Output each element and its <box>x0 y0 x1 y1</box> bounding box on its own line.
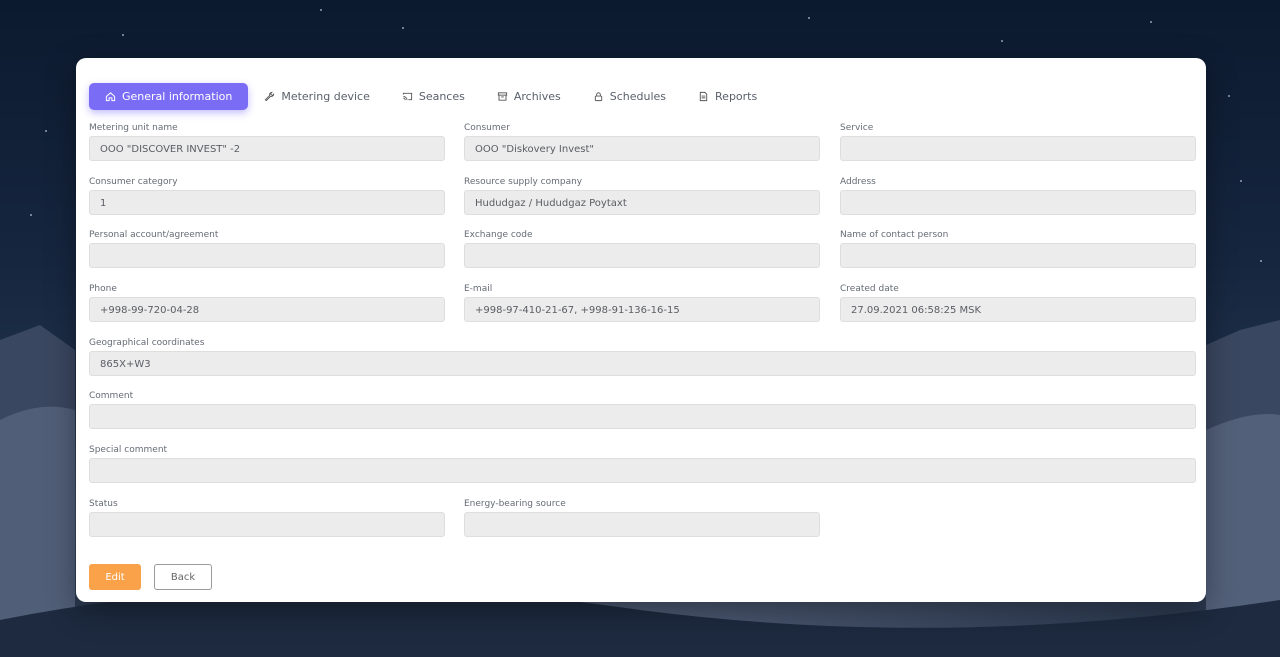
tab-general-information[interactable]: General information <box>89 83 249 110</box>
field-label: Personal account/agreement <box>89 230 219 240</box>
tab-metering-device[interactable]: Metering device <box>248 83 386 110</box>
field-label: Phone <box>89 284 117 294</box>
lock-icon <box>594 92 602 102</box>
contact-person-field: Name of contact person <box>840 229 1196 268</box>
consumer-field: Consumer OOO "Diskovery Invest" <box>464 122 820 161</box>
resource-supply-company-input[interactable]: Hududgaz / Hududgaz Poytaxt <box>464 190 820 215</box>
tab-archives[interactable]: Archives <box>481 83 577 110</box>
contact-person-input[interactable] <box>840 243 1196 268</box>
phone-input[interactable]: +998-99-720-04-28 <box>89 297 445 322</box>
field-label: Address <box>840 177 876 187</box>
exchange-code-input[interactable] <box>464 243 820 268</box>
edit-button[interactable]: Edit <box>89 564 141 590</box>
created-date-field: Created date 27.09.2021 06:58:25 MSK <box>840 283 1196 322</box>
field-label: Created date <box>840 284 899 294</box>
tab-label: Metering device <box>281 90 370 103</box>
special-comment-input[interactable] <box>89 458 1196 483</box>
cast-icon <box>402 92 412 101</box>
field-label: Comment <box>89 391 134 401</box>
metering-unit-name-input[interactable]: OOO "DISCOVER INVEST" -2 <box>89 136 445 161</box>
field-label: Service <box>840 123 874 133</box>
field-label: Status <box>89 499 118 509</box>
exchange-code-field: Exchange code <box>464 229 820 268</box>
personal-account-input[interactable] <box>89 243 445 268</box>
comment-input[interactable] <box>89 404 1196 429</box>
service-input[interactable] <box>840 136 1196 161</box>
created-date-input[interactable]: 27.09.2021 06:58:25 MSK <box>840 297 1196 322</box>
special-comment-field: Special comment <box>89 444 1196 483</box>
tab-label: Seances <box>418 90 465 103</box>
consumer-input[interactable]: OOO "Diskovery Invest" <box>464 136 820 161</box>
comment-field: Comment <box>89 390 1196 429</box>
document-icon <box>699 91 708 102</box>
back-button[interactable]: Back <box>154 564 212 590</box>
wrench-icon <box>265 91 275 102</box>
email-input[interactable]: +998-97-410-21-67, +998-91-136-16-15 <box>464 297 820 322</box>
field-label: Name of contact person <box>840 230 949 240</box>
metering-unit-name-field: Metering unit name OOO "DISCOVER INVEST"… <box>89 122 445 161</box>
status-input[interactable] <box>89 512 445 537</box>
field-label: Consumer category <box>89 177 178 187</box>
email-field: E-mail +998-97-410-21-67, +998-91-136-16… <box>464 283 820 322</box>
status-field: Status <box>89 498 445 537</box>
consumer-category-field: Consumer category 1 <box>89 176 445 215</box>
field-label: Consumer <box>464 123 510 133</box>
address-field: Address <box>840 176 1196 215</box>
field-label: Metering unit name <box>89 123 178 133</box>
field-label: E-mail <box>464 284 493 294</box>
geo-coordinates-field: Geographical coordinates 865X+W3 <box>89 337 1196 376</box>
consumer-category-input[interactable]: 1 <box>89 190 445 215</box>
tab-reports[interactable]: Reports <box>682 83 773 110</box>
archive-icon <box>497 92 507 101</box>
field-label: Special comment <box>89 445 168 455</box>
personal-account-field: Personal account/agreement <box>89 229 445 268</box>
field-label: Geographical coordinates <box>89 338 205 348</box>
tab-label: General information <box>122 90 233 103</box>
service-field: Service <box>840 122 1196 161</box>
tab-bar: General information Metering device Sean… <box>89 83 773 110</box>
tab-label: Schedules <box>609 90 667 103</box>
field-label: Resource supply company <box>464 177 583 187</box>
phone-field: Phone +998-99-720-04-28 <box>89 283 445 322</box>
address-input[interactable] <box>840 190 1196 215</box>
geo-coordinates-input[interactable]: 865X+W3 <box>89 351 1196 376</box>
field-label: Energy-bearing source <box>464 499 566 509</box>
tab-label: Reports <box>715 90 758 103</box>
tab-seances[interactable]: Seances <box>386 83 481 110</box>
metering-unit-card: General information Metering device Sean… <box>76 58 1206 602</box>
home-icon <box>105 92 116 102</box>
tab-label: Archives <box>513 90 561 103</box>
energy-source-field: Energy-bearing source <box>464 498 820 537</box>
energy-source-input[interactable] <box>464 512 820 537</box>
resource-supply-company-field: Resource supply company Hududgaz / Hudud… <box>464 176 820 215</box>
field-label: Exchange code <box>464 230 533 240</box>
tab-schedules[interactable]: Schedules <box>577 83 682 110</box>
